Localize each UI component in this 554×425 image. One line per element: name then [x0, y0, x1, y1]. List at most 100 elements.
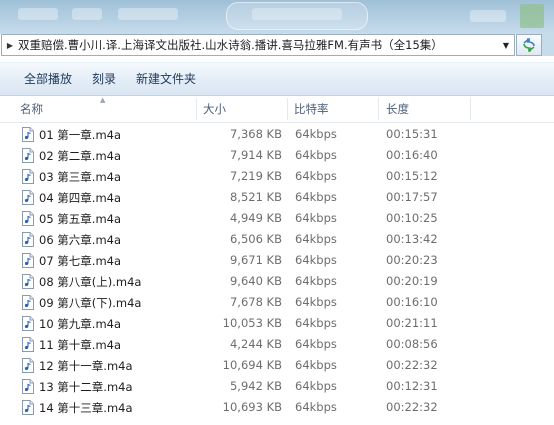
file-bitrate: 64kbps	[295, 232, 337, 246]
file-size: 10,053 KB	[222, 316, 282, 330]
column-divider[interactable]	[378, 98, 379, 120]
file-length: 00:08:56	[386, 337, 438, 351]
audio-file-icon	[22, 295, 34, 310]
file-name: 07 第七章.m4a	[39, 254, 122, 268]
chevron-down-icon[interactable]: ▼	[497, 41, 514, 50]
file-bitrate: 64kbps	[295, 148, 337, 162]
file-row[interactable]: 02 第二章.m4a 7,914 KB 64kbps 00:16:40	[0, 145, 554, 166]
audio-file-icon	[22, 400, 34, 415]
file-length: 00:13:42	[386, 232, 438, 246]
file-length: 00:10:25	[386, 211, 438, 225]
file-bitrate: 64kbps	[295, 400, 337, 414]
file-row[interactable]: 01 第一章.m4a 7,368 KB 64kbps 00:15:31	[0, 124, 554, 145]
file-bitrate: 64kbps	[295, 211, 337, 225]
file-row[interactable]: 04 第四章.m4a 8,521 KB 64kbps 00:17:57	[0, 187, 554, 208]
file-bitrate: 64kbps	[295, 337, 337, 351]
file-length: 00:15:12	[386, 169, 438, 183]
file-bitrate: 64kbps	[295, 127, 337, 141]
file-row[interactable]: 06 第六章.m4a 6,506 KB 64kbps 00:13:42	[0, 229, 554, 250]
file-name: 09 第八章(下).m4a	[39, 296, 142, 310]
column-divider[interactable]	[287, 98, 288, 120]
audio-file-icon	[22, 358, 34, 373]
audio-file-icon	[22, 232, 34, 247]
column-divider[interactable]	[196, 98, 197, 120]
file-row[interactable]: 11 第十章.m4a 4,244 KB 64kbps 00:08:56	[0, 334, 554, 355]
file-row[interactable]: 14 第十三章.m4a 10,693 KB 64kbps 00:22:32	[0, 397, 554, 418]
audio-file-icon	[22, 169, 34, 184]
file-bitrate: 64kbps	[295, 169, 337, 183]
file-bitrate: 64kbps	[295, 295, 337, 309]
file-name: 04 第四章.m4a	[39, 191, 122, 205]
file-row[interactable]: 03 第三章.m4a 7,219 KB 64kbps 00:15:12	[0, 166, 554, 187]
file-row[interactable]: 08 第八章(上).m4a 9,640 KB 64kbps 00:20:19	[0, 271, 554, 292]
file-bitrate: 64kbps	[295, 274, 337, 288]
file-length: 00:21:11	[386, 316, 438, 330]
file-name: 06 第六章.m4a	[39, 233, 122, 247]
file-length: 00:16:40	[386, 148, 438, 162]
file-name: 14 第十三章.m4a	[39, 401, 133, 415]
column-header: ▲ 名称 大小 比特率 长度	[0, 96, 554, 123]
blurred-window-control	[520, 4, 544, 28]
file-bitrate: 64kbps	[295, 253, 337, 267]
address-path[interactable]: 双重赔偿.曹小川.译.上海译文出版社.山水诗翁.播讲.喜马拉雅FM.有声书（全1…	[16, 37, 497, 53]
file-size: 4,244 KB	[229, 337, 282, 351]
file-size: 8,521 KB	[229, 190, 282, 204]
file-name: 03 第三章.m4a	[39, 170, 122, 184]
file-length: 00:17:57	[386, 190, 438, 204]
file-name: 13 第十二章.m4a	[39, 380, 133, 394]
file-size: 6,506 KB	[229, 232, 282, 246]
refresh-icon	[523, 38, 535, 52]
file-bitrate: 64kbps	[295, 316, 337, 330]
file-size: 7,368 KB	[229, 127, 282, 141]
file-name: 05 第五章.m4a	[39, 212, 122, 226]
play-all-button[interactable]: 全部播放	[14, 63, 82, 95]
sort-up-icon: ▲	[100, 96, 106, 104]
file-bitrate: 64kbps	[295, 190, 337, 204]
file-length: 00:12:31	[386, 379, 438, 393]
audio-file-icon	[22, 337, 34, 352]
command-toolbar: 全部播放 刻录 新建文件夹	[0, 62, 554, 96]
window-top-chrome	[0, 0, 554, 34]
column-size-header[interactable]: 大小	[203, 96, 226, 122]
blurred-menu-item	[18, 8, 58, 20]
file-length: 00:22:32	[386, 358, 438, 372]
file-length: 00:22:32	[386, 400, 438, 414]
file-size: 7,678 KB	[229, 295, 282, 309]
file-size: 9,671 KB	[229, 253, 282, 267]
file-size: 7,914 KB	[229, 148, 282, 162]
audio-file-icon	[22, 148, 34, 163]
burn-button[interactable]: 刻录	[82, 63, 126, 95]
refresh-button[interactable]	[516, 34, 542, 56]
column-divider[interactable]	[470, 98, 471, 120]
file-size: 10,693 KB	[222, 400, 282, 414]
file-row[interactable]: 12 第十一章.m4a 10,694 KB 64kbps 00:22:32	[0, 355, 554, 376]
file-size: 5,942 KB	[229, 379, 282, 393]
file-length: 00:16:10	[386, 295, 438, 309]
file-length: 00:15:31	[386, 127, 438, 141]
file-row[interactable]: 05 第五章.m4a 4,949 KB 64kbps 00:10:25	[0, 208, 554, 229]
audio-file-icon	[22, 316, 34, 331]
audio-file-icon	[22, 190, 34, 205]
file-name: 08 第八章(上).m4a	[39, 275, 142, 289]
audio-file-icon	[22, 253, 34, 268]
column-name-header[interactable]: 名称	[20, 96, 43, 122]
new-folder-button[interactable]: 新建文件夹	[126, 63, 206, 95]
address-bar[interactable]: ▶ 双重赔偿.曹小川.译.上海译文出版社.山水诗翁.播讲.喜马拉雅FM.有声书（…	[1, 34, 515, 56]
file-bitrate: 64kbps	[295, 379, 337, 393]
file-row[interactable]: 10 第九章.m4a 10,053 KB 64kbps 00:21:11	[0, 313, 554, 334]
file-length: 00:20:23	[386, 253, 438, 267]
window-edge	[542, 34, 554, 56]
file-bitrate: 64kbps	[295, 358, 337, 372]
column-length-header[interactable]: 长度	[386, 96, 409, 122]
blurred-search-text	[252, 8, 342, 20]
file-size: 9,640 KB	[229, 274, 282, 288]
file-row[interactable]: 09 第八章(下).m4a 7,678 KB 64kbps 00:16:10	[0, 292, 554, 313]
chevron-right-icon[interactable]: ▶	[4, 41, 16, 50]
file-name: 10 第九章.m4a	[39, 317, 122, 331]
column-bitrate-header[interactable]: 比特率	[294, 96, 329, 122]
file-row[interactable]: 13 第十二章.m4a 5,942 KB 64kbps 00:12:31	[0, 376, 554, 397]
file-size: 7,219 KB	[229, 169, 282, 183]
file-row[interactable]: 07 第七章.m4a 9,671 KB 64kbps 00:20:23	[0, 250, 554, 271]
file-size: 4,949 KB	[229, 211, 282, 225]
audio-file-icon	[22, 127, 34, 142]
